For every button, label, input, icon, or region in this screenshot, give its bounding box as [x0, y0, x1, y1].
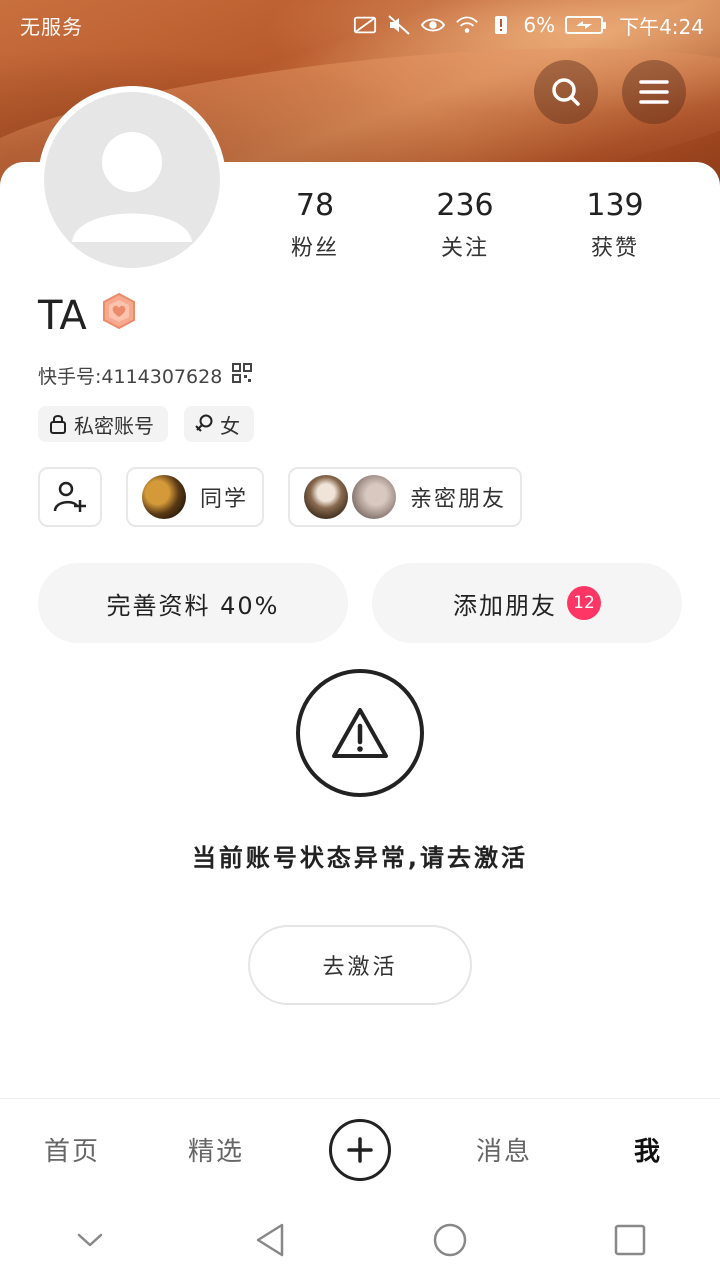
username-row: TA — [38, 292, 137, 340]
system-nav-bar — [0, 1200, 720, 1280]
tab-featured[interactable]: 精选 — [144, 1131, 288, 1168]
complete-profile-button[interactable]: 完善资料 40% — [38, 563, 348, 643]
home-circle-icon — [433, 1223, 467, 1257]
complete-profile-label: 完善资料 40% — [106, 591, 280, 620]
kwai-id-row[interactable]: 快手号:4114307628 — [38, 362, 253, 389]
tab-me[interactable]: 我 — [576, 1131, 720, 1168]
stat-following[interactable]: 236 关注 — [390, 186, 540, 262]
stat-label: 关注 — [440, 236, 489, 261]
tab-home[interactable]: 首页 — [0, 1131, 144, 1168]
nav-collapse-button[interactable] — [0, 1230, 180, 1250]
back-triangle-icon — [256, 1223, 284, 1257]
add-friends-button[interactable]: 添加朋友 12 — [372, 563, 682, 643]
classmates-label: 同学 — [200, 487, 249, 512]
chevron-down-icon — [77, 1233, 103, 1247]
recents-square-icon — [614, 1224, 646, 1256]
carrier-text: 无服务 — [20, 14, 83, 39]
add-relation-button[interactable] — [38, 467, 102, 527]
mute-icon — [387, 14, 411, 36]
kwai-id: 快手号:4114307628 — [38, 366, 223, 388]
tab-messages[interactable]: 消息 — [432, 1131, 576, 1168]
add-friends-label: 添加朋友 — [453, 591, 557, 620]
gender-label: 女 — [220, 413, 240, 438]
level-badge-icon[interactable] — [101, 292, 137, 340]
activate-button[interactable]: 去激活 — [248, 925, 472, 1005]
account-warning-message: 当前账号状态异常,请去激活 — [191, 844, 529, 872]
warning-icon — [332, 708, 388, 758]
stat-value: 236 — [436, 188, 494, 223]
friend-avatar — [304, 475, 349, 519]
add-friends-badge: 12 — [567, 586, 601, 620]
search-icon — [552, 78, 580, 106]
status-bar: 无服务 6% 下午4:24 — [0, 0, 720, 50]
close-friends-label: 亲密朋友 — [410, 487, 507, 512]
activate-label: 去激活 — [322, 955, 398, 980]
classmates-button[interactable]: 同学 — [126, 467, 265, 527]
gender-tag: 女 — [184, 406, 254, 442]
stat-value: 139 — [586, 188, 644, 223]
warning-circle — [296, 669, 424, 797]
stat-label: 粉丝 — [290, 236, 339, 261]
menu-icon — [639, 80, 669, 104]
bottom-tab-bar: 首页 精选 消息 我 — [0, 1098, 720, 1200]
default-avatar-icon — [44, 92, 220, 268]
stat-value: 78 — [295, 188, 335, 223]
private-account-tag: 私密账号 — [38, 406, 168, 442]
stat-label: 获赞 — [590, 236, 639, 261]
private-account-label: 私密账号 — [74, 413, 154, 438]
nav-back-button[interactable] — [180, 1222, 360, 1258]
add-user-icon — [53, 481, 86, 512]
female-icon — [195, 414, 213, 432]
profile-tags: 私密账号 女 — [38, 406, 254, 442]
nav-home-button[interactable] — [360, 1222, 540, 1258]
friend-avatar — [352, 475, 397, 519]
lock-icon — [50, 415, 66, 434]
battery-charging-icon — [565, 16, 607, 34]
action-row: 完善资料 40% 添加朋友 12 — [38, 563, 682, 643]
profile-stats: 78 粉丝 236 关注 139 获赞 — [240, 186, 690, 262]
create-button[interactable] — [288, 1118, 432, 1181]
username: TA — [38, 293, 87, 339]
plus-icon — [329, 1118, 391, 1181]
close-friends-button[interactable]: 亲密朋友 — [288, 467, 523, 527]
menu-button[interactable] — [622, 60, 686, 124]
avatar[interactable] — [38, 86, 226, 274]
battery-alert-icon — [489, 14, 513, 36]
qr-code-icon[interactable] — [232, 363, 253, 388]
nav-recents-button[interactable] — [540, 1223, 720, 1257]
stat-likes[interactable]: 139 获赞 — [540, 186, 690, 262]
classmate-avatar — [142, 475, 186, 519]
stat-fans[interactable]: 78 粉丝 — [240, 186, 390, 262]
wifi-icon — [455, 14, 479, 36]
search-button[interactable] — [534, 60, 598, 124]
sim-off-icon — [353, 14, 377, 36]
relations-row: 同学 亲密朋友 — [38, 467, 523, 527]
clock: 下午4:24 — [619, 14, 704, 39]
battery-percent: 6% — [523, 13, 556, 37]
eye-icon — [421, 14, 446, 36]
